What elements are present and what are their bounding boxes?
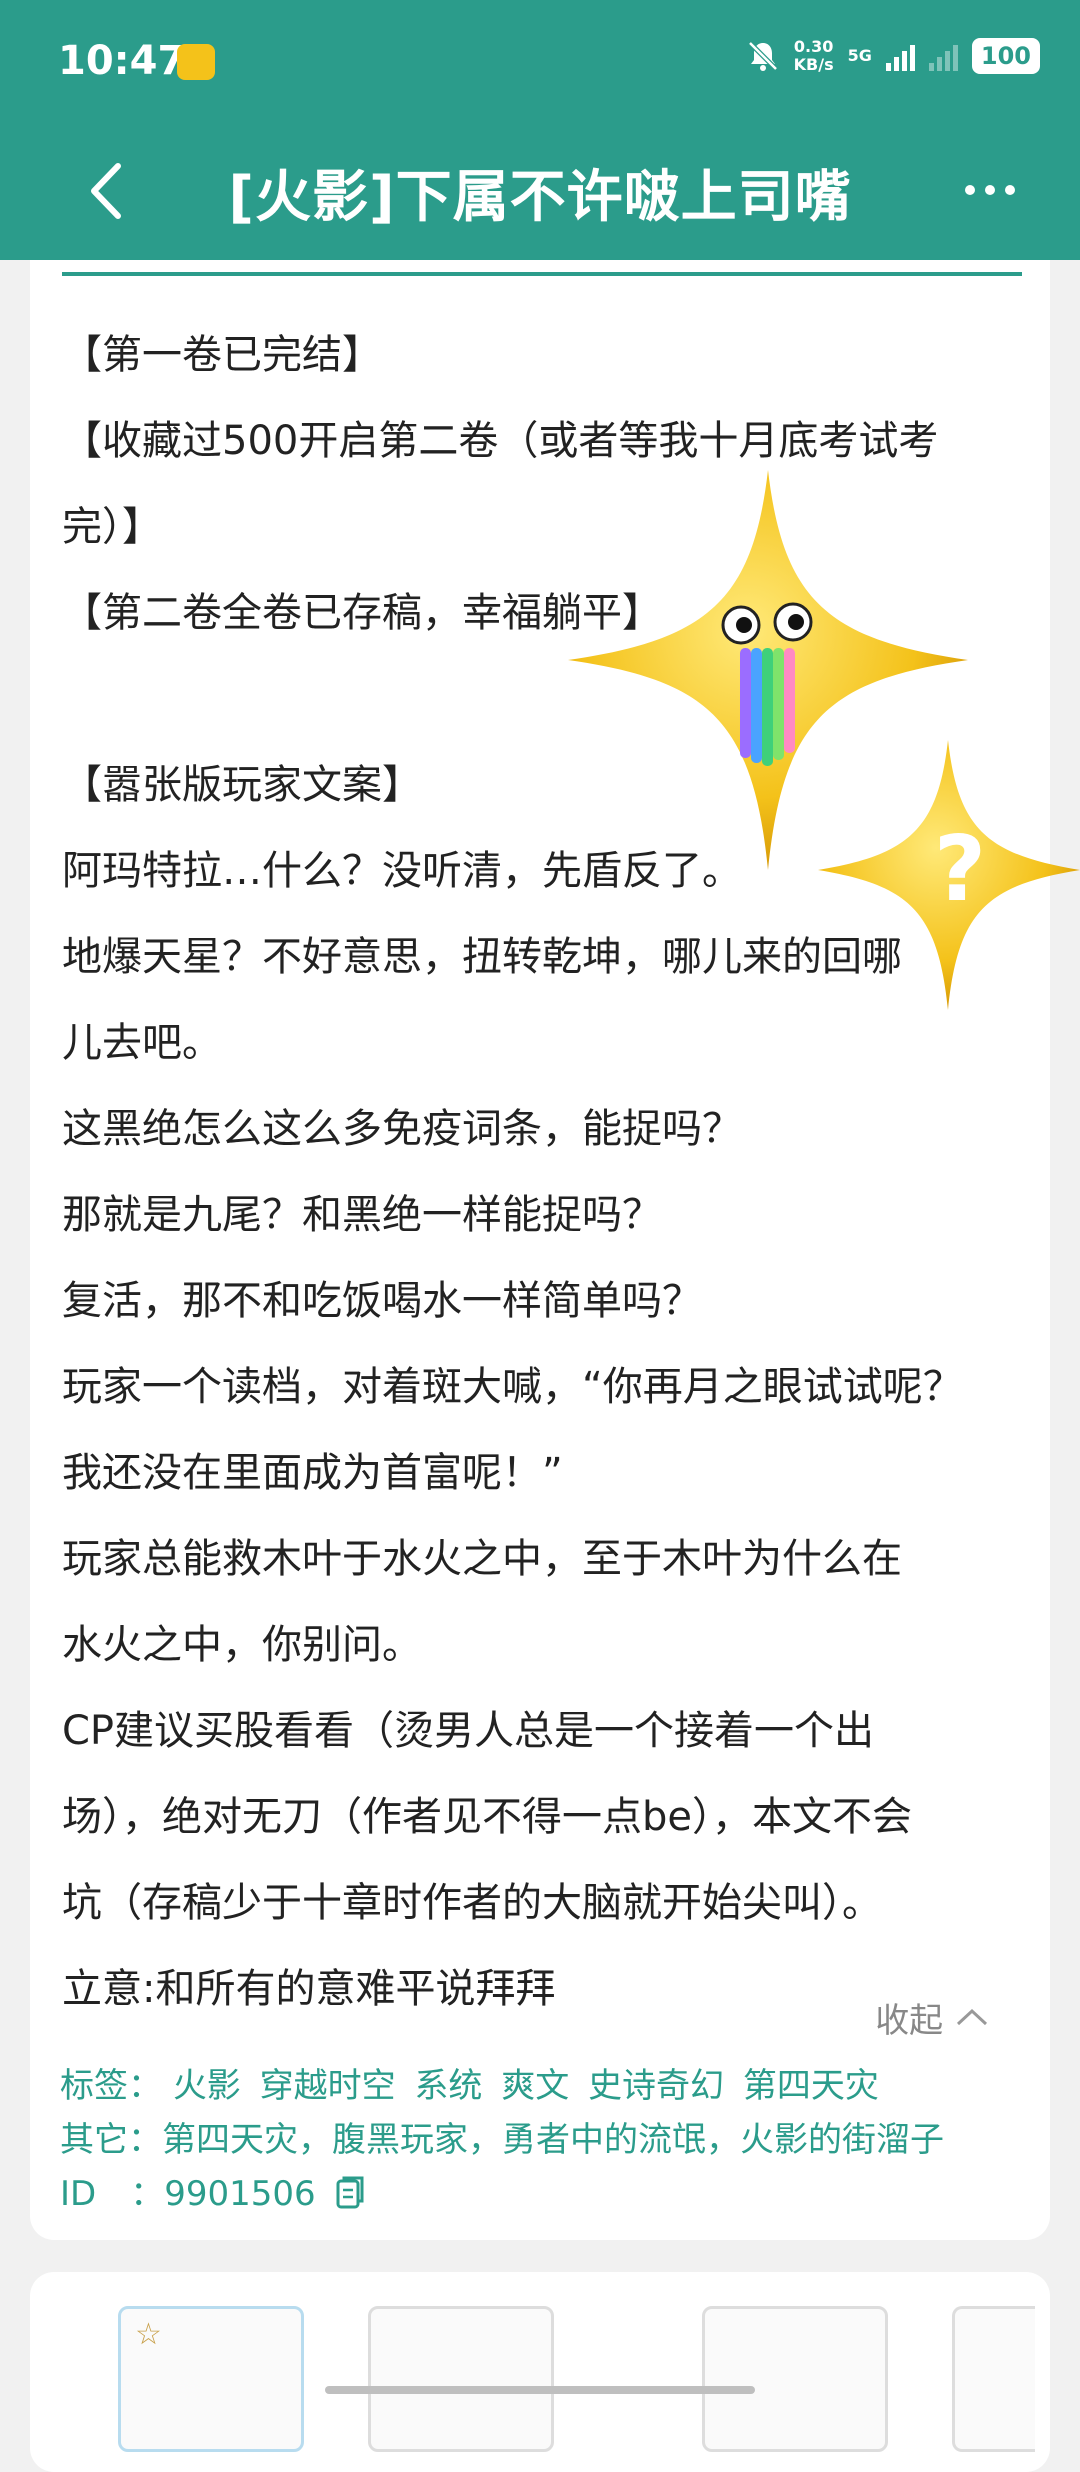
tags-label: 标签： — [60, 2066, 162, 2106]
copy-icon[interactable] — [336, 2175, 364, 2209]
svg-text:?: ? — [934, 817, 986, 922]
signal-secondary-icon — [928, 41, 958, 71]
synopsis-line: 水火之中，你别问。 — [62, 1622, 422, 1668]
notification-app-icon — [177, 44, 215, 80]
tag[interactable]: 第四天灾 — [743, 2066, 879, 2106]
status-indicators: 0.30 KB/s 5G 100 — [746, 38, 1040, 74]
app-bar: [火影]下属不许啵上司嘴 — [0, 130, 1080, 260]
star-icon: ☆ — [135, 2317, 162, 2352]
tag[interactable]: 史诗奇幻 — [588, 2066, 724, 2106]
id-value: 9901506 — [164, 2174, 316, 2214]
synopsis-line: 【第一卷已完结】 — [62, 332, 382, 378]
chapter-thumbnail[interactable]: ☆ — [118, 2306, 304, 2452]
synopsis-line: 玩家一个读档，对着斑大喊，“你再月之眼试试呢？ — [62, 1364, 963, 1410]
synopsis-line: CP建议买股看看（烫男人总是一个接着一个出 — [62, 1708, 875, 1754]
chapters-card: ☆ — [30, 2272, 1050, 2472]
page-title: [火影]下属不许啵上司嘴 — [228, 165, 852, 230]
status-time: 10:47 — [58, 38, 186, 84]
more-icon[interactable] — [960, 170, 1020, 210]
question-star-sticker-icon: ? — [818, 740, 1080, 1010]
id-row: ID ：9901506 — [60, 2166, 364, 2215]
synopsis-line: 玩家总能救木叶于水火之中，至于木叶为什么在 — [62, 1536, 902, 1582]
mute-icon — [747, 41, 778, 71]
net-speed: 0.30 KB/s — [793, 37, 834, 74]
synopsis-line: 复活，那不和吃饭喝水一样简单吗？ — [62, 1278, 702, 1324]
other-value: 第四天灾，腹黑玩家，勇者中的流氓，火影的街溜子 — [162, 2120, 944, 2160]
tag[interactable]: 爽文 — [501, 2066, 569, 2106]
status-bar: 10:47 0.30 KB/s 5G 100 — [0, 0, 1080, 130]
network-type: 5G — [847, 46, 872, 65]
synopsis-line: 坑（存稿少于十章时作者的大脑就开始尖叫）。 — [62, 1880, 882, 1926]
collapse-label: 收起 — [875, 2001, 944, 2041]
other-row: 其它：第四天灾，腹黑玩家，勇者中的流氓，火影的街溜子 — [60, 2112, 944, 2161]
chevron-up-icon — [956, 2008, 988, 2026]
signal-icon — [885, 41, 915, 71]
synopsis-line: 我还没在里面成为首富呢！” — [62, 1450, 563, 1496]
chapter-thumbnail[interactable] — [952, 2306, 1035, 2452]
id-label: ID ： — [60, 2174, 165, 2214]
collapse-button[interactable]: 收起 — [875, 1993, 990, 2042]
other-label: 其它： — [60, 2120, 162, 2160]
tag[interactable]: 火影 — [173, 2066, 241, 2106]
divider — [62, 272, 1022, 276]
home-indicator[interactable] — [325, 2386, 755, 2394]
chapter-thumbnail[interactable] — [368, 2306, 554, 2452]
synopsis-line: 儿去吧。 — [62, 1020, 222, 1066]
tag[interactable]: 系统 — [414, 2066, 482, 2106]
tag[interactable]: 穿越时空 — [260, 2066, 396, 2106]
tags-row: 标签： 火影 穿越时空 系统 爽文 史诗奇幻 第四天灾 — [60, 2058, 887, 2107]
synopsis-line: 那就是九尾？和黑绝一样能捉吗？ — [62, 1192, 662, 1238]
synopsis-line: 场），绝对无刀（作者见不得一点be），本文不会 — [62, 1794, 912, 1840]
battery-indicator: 100 — [971, 38, 1040, 74]
chapter-thumbnail[interactable] — [702, 2306, 888, 2452]
synopsis-line: 这黑绝怎么这么多免疫词条，能捉吗？ — [62, 1106, 742, 1152]
